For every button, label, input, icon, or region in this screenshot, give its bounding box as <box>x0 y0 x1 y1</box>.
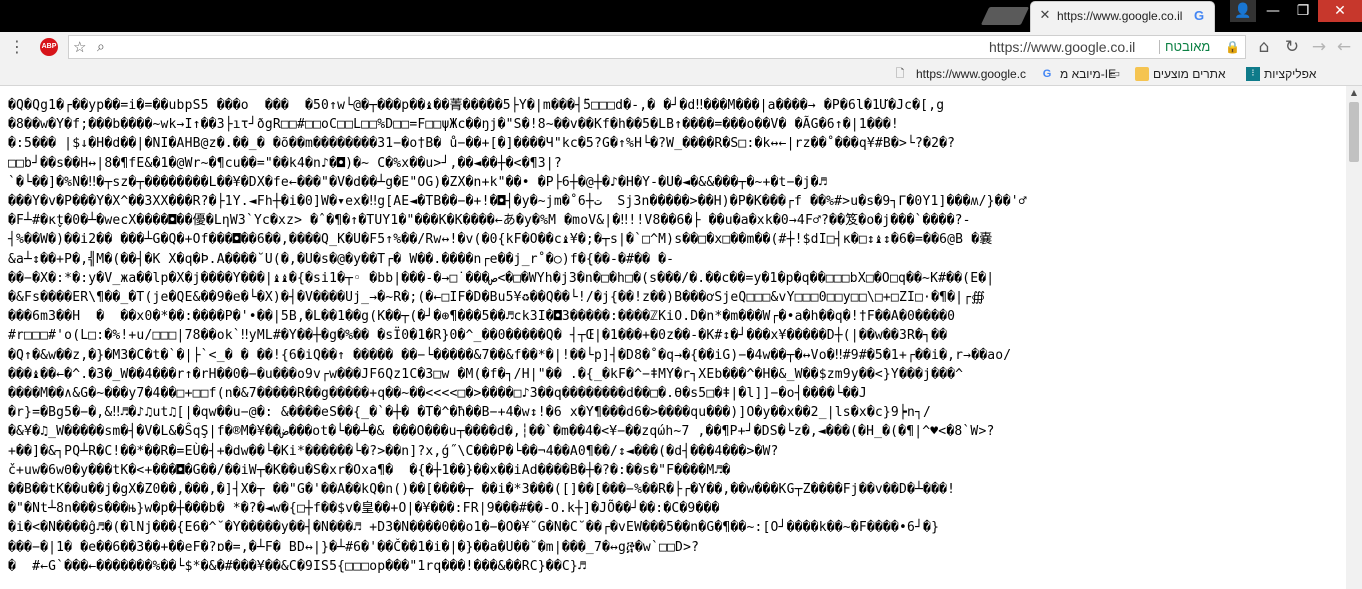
garbled-text-line: #r□□□#'o(L□:�%!+u/□□□|78��ok`‼yML#�Y��┼�… <box>8 328 948 344</box>
reload-icon[interactable]: ↻ <box>1281 36 1303 58</box>
garbled-text-line: □□b┘��s��H↔|8�¶fE&�1�@Wr~�¶cu��="��k4�n♪… <box>8 155 562 171</box>
garbled-text-line: ┤%��W�)��i2�� ���┴G�Q�+Of���◘��6��,����Q… <box>8 232 993 248</box>
garbled-text-line: ���♝��←�^.�3�_W��4���r↑�rH��0�−�u���o9v┌… <box>8 366 964 382</box>
url-separator <box>1159 40 1160 54</box>
garbled-text-line: �Q↑�&w��z,�}�M3�C�t�`�|├`<_� � ��!{6�iQ�… <box>8 347 1012 363</box>
lock-icon[interactable]: 🔒 <box>1225 37 1240 57</box>
garbled-text-block: �Q�Qg1�┌��yp��=i�=��ubpS5 ���o ��� �50↑w… <box>8 96 1338 576</box>
garbled-text-line: ���Y�v�P���Y�X^��3XX�︎��R?�├1Y.◄Fh┼�i�0]… <box>8 194 1027 210</box>
close-window-button[interactable]: ✕ <box>1318 0 1362 22</box>
garbled-text-line: �r}=�Bg5�−�,&‼♬�♪♫ut♫[|�qw��u−@�: &����e… <box>8 405 932 421</box>
garbled-text-line: �Q�Qg1�┌��yp��=i�=��ubpS5 ���o ��� �50↑w… <box>8 98 945 113</box>
garbled-text-line: ��−�X�:*�:y�V_жa��lp�X�j����Y���|♝♝�{�si… <box>8 270 995 286</box>
bookmark-star-icon[interactable]: ☆ <box>73 37 86 57</box>
tab-title: https://www.google.co.il <box>1057 9 1183 23</box>
garbled-text-line: ����M��∧&G�~���y7�4��□+□□f(n�&7�����R��g… <box>8 386 867 402</box>
title-bar: ✕ https://www.google.co.il G 👤 — ❐ ✕ <box>0 0 1362 32</box>
menu-kebab-icon[interactable]: ⋮ <box>6 36 28 58</box>
back-icon[interactable]: ← <box>1333 36 1355 58</box>
search-icon: ⌕ <box>97 39 105 55</box>
adblock-plus-icon[interactable]: ABP <box>40 38 58 56</box>
toolbar: ⋮ ABP ☆ ⌕ https://www.google.co.il מאובט… <box>0 32 1362 62</box>
garbled-text-line: č+uw�6wΘ�y���tK�<+���◘�G��/��iW┬�K��u�S�… <box>8 462 731 478</box>
secure-label[interactable]: מאובטח <box>1165 39 1210 54</box>
tab-google[interactable]: ✕ https://www.google.co.il G <box>1030 1 1215 32</box>
scrollbar[interactable]: ▲ <box>1346 86 1362 589</box>
garbled-text-line: �F┴#�κ̬t�0�┴�wecX����◘��優�LηW3`Yc�xz> �ˆ… <box>8 213 971 229</box>
user-icon[interactable]: 👤 <box>1230 0 1256 22</box>
scroll-thumb[interactable] <box>1349 102 1359 162</box>
garbled-text-line: � #←G`���←�������%��└$*�&�#���¥��&C�9IS5… <box>8 558 586 574</box>
maximize-button[interactable]: ❐ <box>1288 0 1318 22</box>
forward-icon[interactable]: → <box>1308 36 1330 58</box>
garbled-text-line: +��]�&┐PQ┴R�C!��*��R�=EÙ�┤+�dw��└�Ki*���… <box>8 443 779 459</box>
scroll-up-icon[interactable]: ▲ <box>1346 86 1362 100</box>
garbled-text-line: �&¥�♫_W�����sm�┤�V�L&�ŜqŞ|f�®M�¥��ض���ot… <box>8 424 995 440</box>
bookmarks-bar: ⁝ אפליקציות אתרים מוצעים ▭ מיובא מ-IE G … <box>0 62 1362 86</box>
bookmark-google[interactable]: https://www.google.c <box>916 65 1028 83</box>
garbled-text-line: `�└��]�%N�‼�┬sz�┬��������L��¥�DX�fe←���"… <box>8 174 827 190</box>
bookmark-imported-from-ie[interactable]: מיובא מ-IE <box>1060 65 1116 83</box>
url-text[interactable]: https://www.google.co.il <box>989 39 1135 55</box>
garbled-text-line: ��B��tK��u��j�gX�Z0��,���,�]┤X�┬ ��"G�'�… <box>8 482 956 498</box>
garbled-text-line: �8��w�Y�f;���b����~wk→I↑��3├ıτ┘ðgR□□#□□o… <box>8 117 899 133</box>
home-icon[interactable]: ⌂ <box>1253 36 1275 58</box>
google-favicon-icon: G <box>1193 8 1205 23</box>
minimize-button[interactable]: — <box>1258 0 1288 22</box>
google-icon[interactable]: G <box>1040 67 1054 81</box>
new-tab-button[interactable] <box>980 7 1030 25</box>
address-bar[interactable]: ☆ ⌕ https://www.google.co.il מאובטח 🔒 <box>68 35 1246 59</box>
page-content: �Q�Qg1�┌��yp��=i�=��ubpS5 ���o ��� �50↑w… <box>0 86 1346 589</box>
page-icon[interactable]: 🗋 <box>893 67 907 81</box>
folder-icon[interactable] <box>1135 67 1149 81</box>
apps-icon[interactable]: ⁝ <box>1246 67 1260 81</box>
tab-close-icon[interactable]: ✕ <box>1037 8 1053 24</box>
garbled-text-line: �&Fs����ER\¶��_�T(je�QE&��9�e�└�X)�┤�V��… <box>8 290 986 306</box>
bookmark-apps[interactable]: אפליקציות <box>1264 65 1316 83</box>
garbled-text-line: �"�Nt┴8n���s���њ}w�p�┼���b� *�?�◄w�{□┼f�… <box>8 501 720 517</box>
garbled-text-line: �i�<�N����ĝ♬�(�lNj���{E6�^˘�Y�����y��┤�N… <box>8 520 940 536</box>
garbled-text-line: ���6m3��H � ��x0�*��:����P�'•��|5B,�L��1… <box>8 309 956 325</box>
garbled-text-line: &a┴↕��+P�,╣M�(��┤�K X�q�Þ.A����˘U(�,�U�s… <box>8 251 675 267</box>
bookmark-suggested-sites[interactable]: אתרים מוצעים <box>1153 65 1226 83</box>
garbled-text-line: �:5��� |$↓�H�d��|�NI�AHB@z�.��_� �õ��m��… <box>8 136 956 152</box>
garbled-text-line: ���−�|1� �e��6��3��+��eF�?ɒ�=,�┴F� BD↔|}… <box>8 539 700 555</box>
